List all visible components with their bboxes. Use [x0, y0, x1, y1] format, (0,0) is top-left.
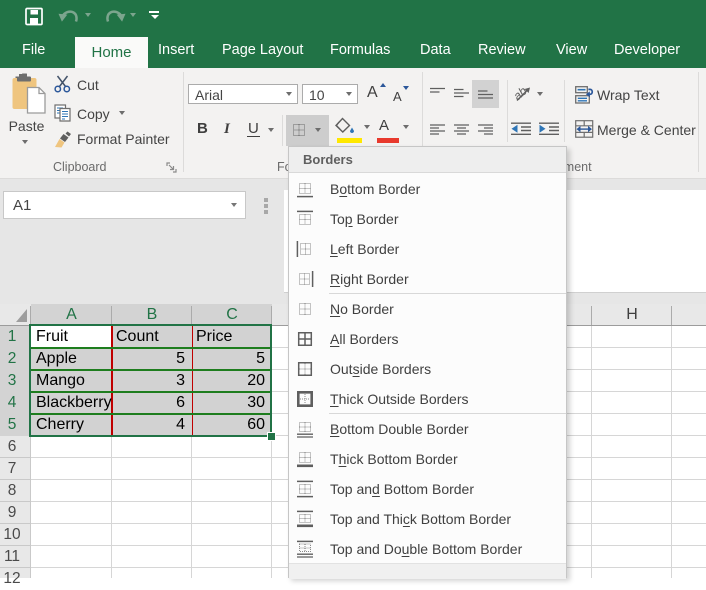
svg-text:ab: ab — [512, 84, 530, 103]
